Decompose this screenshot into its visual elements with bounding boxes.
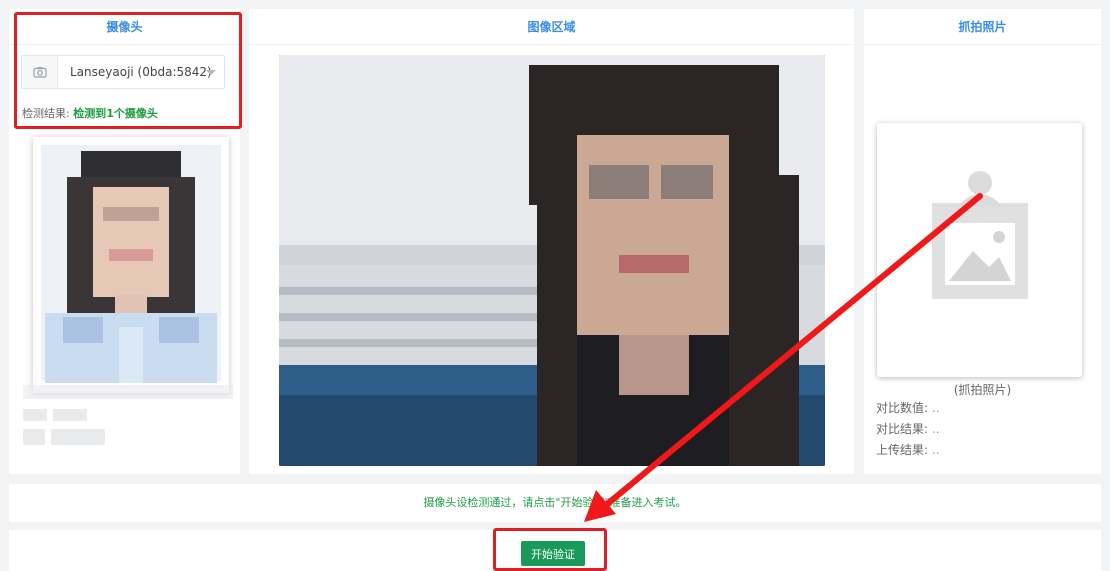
annotation-arrow-icon [584, 193, 983, 522]
